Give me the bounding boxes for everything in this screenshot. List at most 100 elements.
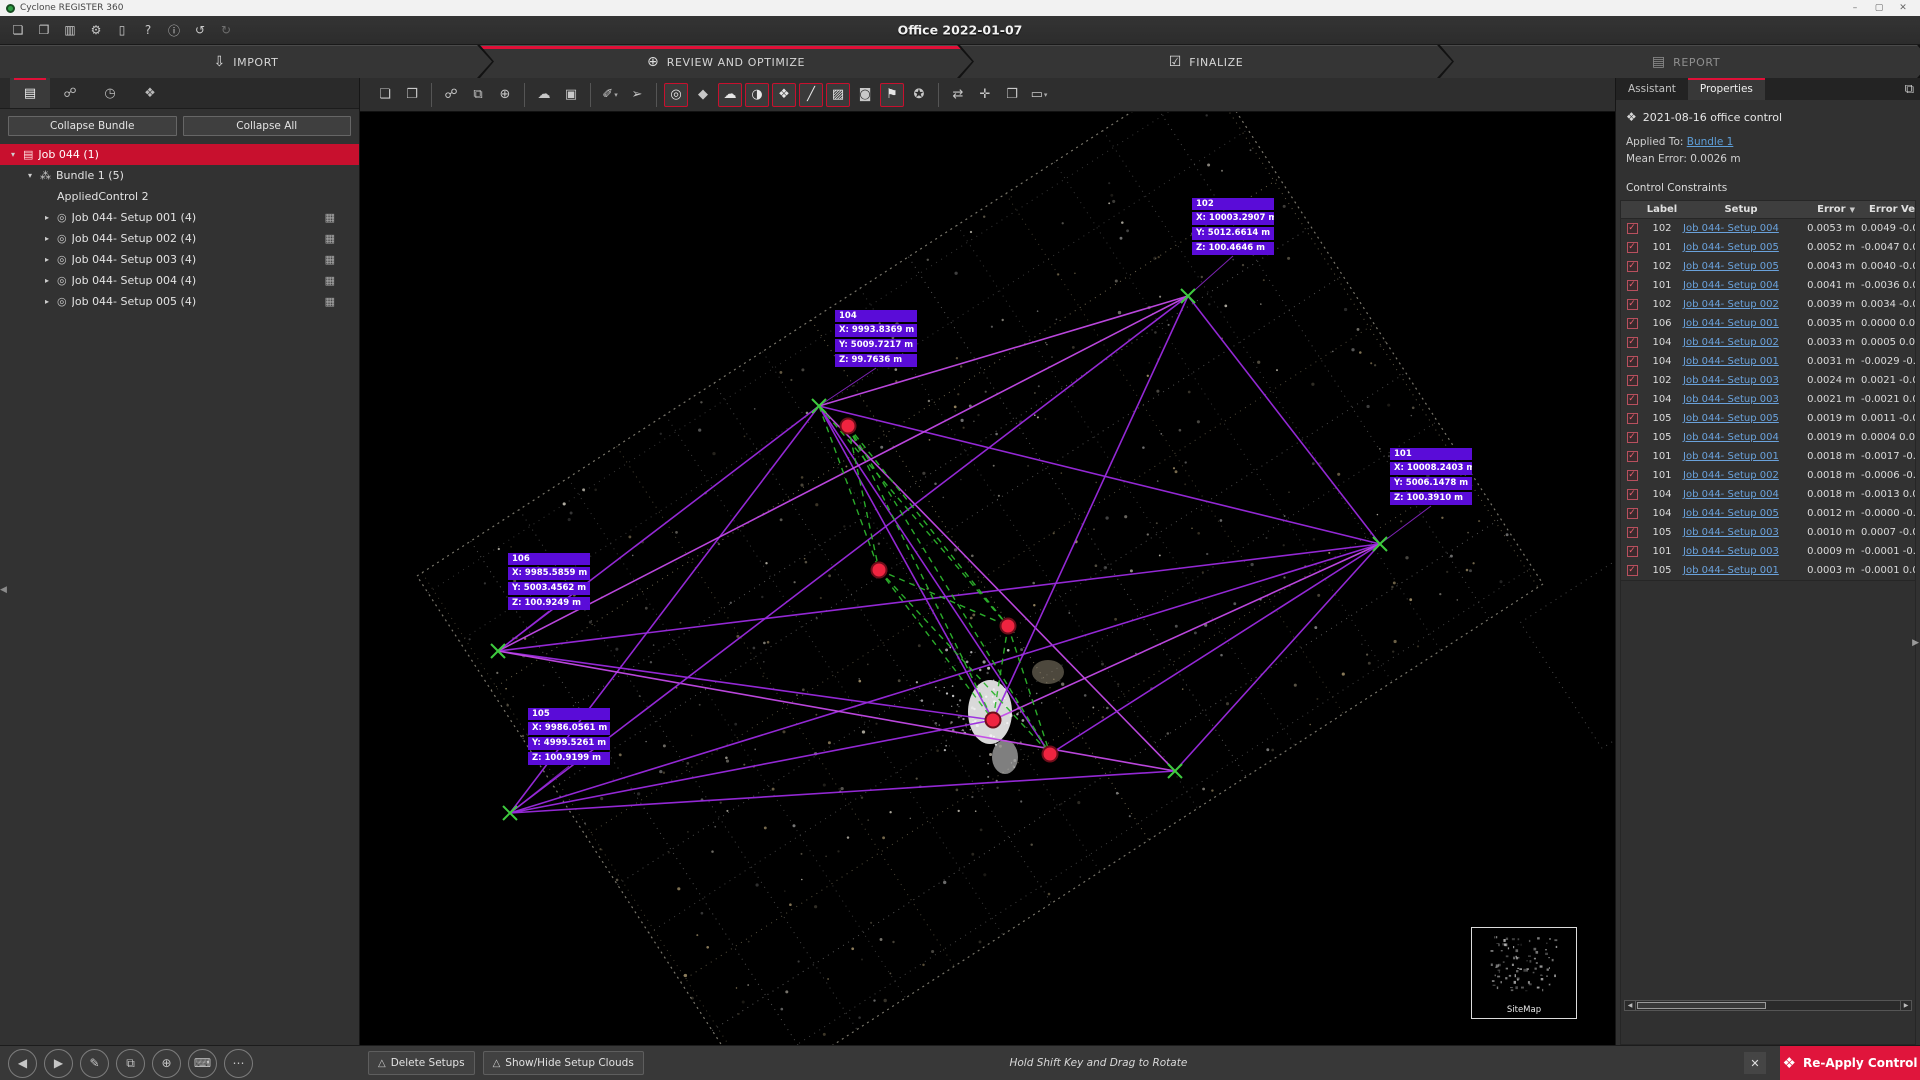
tree-item[interactable]: AppliedControl 2	[0, 186, 359, 207]
setup-link[interactable]: Job 044- Setup 002	[1683, 299, 1779, 310]
setup-link[interactable]: Job 044- Setup 005	[1683, 261, 1779, 272]
constraint-row[interactable]: ✓104Job 044- Setup 0010.0031 m-0.0029 -0…	[1621, 352, 1915, 371]
setup-link[interactable]: Job 044- Setup 001	[1683, 451, 1779, 462]
tab-history[interactable]: ◷	[90, 78, 130, 108]
setup-link[interactable]: Job 044- Setup 001	[1683, 356, 1779, 367]
tab-project-explorer[interactable]: ▤	[10, 78, 50, 108]
tree-expand-arrow[interactable]: ▾	[8, 150, 18, 159]
copy-views-button[interactable]: ⧉	[116, 1049, 145, 1078]
constraint-row[interactable]: ✓102Job 044- Setup 0050.0043 m0.0040 -0.…	[1621, 257, 1915, 276]
close-window-button[interactable]: ✕	[1892, 3, 1914, 13]
table-hscrollbar[interactable]: ◀ ▶	[1624, 1000, 1912, 1011]
chain-link-icon[interactable]: ☍	[439, 83, 463, 107]
publish-icon[interactable]: ▥	[60, 20, 80, 40]
setup-link[interactable]: Job 044- Setup 001	[1683, 565, 1779, 576]
applied-to-link[interactable]: Bundle 1	[1687, 136, 1734, 148]
minimize-button[interactable]: –	[1844, 3, 1866, 13]
move-axes-icon[interactable]: ✛	[973, 83, 997, 107]
collapse-all-button[interactable]: Collapse All	[183, 116, 352, 136]
tree-item[interactable]: ▸◎Job 044- Setup 005 (4)▦	[0, 291, 359, 312]
geotag-pin-icon[interactable]: ⚑	[880, 83, 904, 107]
tree-item[interactable]: ▸◎Job 044- Setup 003 (4)▦	[0, 249, 359, 270]
close-hint-button[interactable]: ✕	[1744, 1052, 1766, 1074]
setup-link[interactable]: Job 044- Setup 004	[1683, 432, 1779, 443]
setup-link[interactable]: Job 044- Setup 003	[1683, 375, 1779, 386]
duplicate-view-icon[interactable]: ⧉	[466, 83, 490, 107]
reapply-control-button[interactable]: ❖ Re-Apply Control	[1780, 1046, 1920, 1080]
constraint-checkbox[interactable]: ✓	[1627, 318, 1638, 329]
tree-expand-arrow[interactable]: ▸	[42, 234, 52, 243]
tree-item[interactable]: ▾▤Job 044 (1)	[0, 144, 359, 165]
scroll-thumb[interactable]	[1637, 1002, 1766, 1009]
header-error-vector[interactable]: Error Ve	[1861, 204, 1915, 215]
cloud-overlap-icon[interactable]: ☁	[532, 83, 556, 107]
back-button[interactable]: ◀	[8, 1049, 37, 1078]
find-button[interactable]: ⊕	[152, 1049, 181, 1078]
constraint-checkbox[interactable]: ✓	[1627, 565, 1638, 576]
tree-item[interactable]: ▾⁂Bundle 1 (5)	[0, 165, 359, 186]
setup-link[interactable]: Job 044- Setup 005	[1683, 508, 1779, 519]
link-cloud-icon[interactable]: ❐	[400, 83, 424, 107]
snapshot-icon[interactable]: ❐	[1000, 83, 1024, 107]
point-label-106[interactable]: 106X: 9985.5859 mY: 5003.4562 mZ: 100.92…	[508, 553, 590, 610]
setup-link[interactable]: Job 044- Setup 004	[1683, 489, 1779, 500]
expand-columns-arrow[interactable]: ▶	[1912, 638, 1919, 648]
constraint-checkbox[interactable]: ✓	[1627, 527, 1638, 538]
constraint-row[interactable]: ✓105Job 044- Setup 0040.0019 m0.0004 0.0…	[1621, 428, 1915, 447]
tree-expand-arrow[interactable]: ▾	[25, 171, 35, 180]
constraint-row[interactable]: ✓105Job 044- Setup 0050.0019 m0.0011 -0.…	[1621, 409, 1915, 428]
header-error[interactable]: Error▼	[1799, 204, 1861, 215]
maximize-button[interactable]: ▢	[1868, 3, 1890, 13]
more-button[interactable]: ⋯	[224, 1049, 253, 1078]
dropdown-arrow-icon[interactable]: ▾	[1044, 91, 1048, 99]
constraint-checkbox[interactable]: ✓	[1627, 356, 1638, 367]
camera-icon[interactable]: ◙	[853, 83, 877, 107]
navigation-wheel-icon[interactable]: ✪	[907, 83, 931, 107]
setup-link[interactable]: Job 044- Setup 003	[1683, 527, 1779, 538]
workflow-tab-import[interactable]: ⇩IMPORT	[0, 45, 492, 78]
constraint-row[interactable]: ✓104Job 044- Setup 0030.0021 m-0.0021 0.…	[1621, 390, 1915, 409]
setup-link[interactable]: Job 044- Setup 003	[1683, 546, 1779, 557]
constraint-checkbox[interactable]: ✓	[1627, 394, 1638, 405]
setup-link[interactable]: Job 044- Setup 004	[1683, 223, 1779, 234]
point-label-104[interactable]: 104X: 9993.8369 mY: 5009.7217 mZ: 99.763…	[835, 310, 917, 367]
setup-link[interactable]: Job 044- Setup 001	[1683, 318, 1779, 329]
constraint-checkbox[interactable]: ✓	[1627, 299, 1638, 310]
tree-item[interactable]: ▸◎Job 044- Setup 001 (4)▦	[0, 207, 359, 228]
link-visual-icon[interactable]: ❏	[373, 83, 397, 107]
point-label-101[interactable]: 101X: 10008.2403 mY: 5006.1478 mZ: 100.3…	[1390, 448, 1472, 505]
constraint-row[interactable]: ✓106Job 044- Setup 0010.0035 m0.0000 0.0…	[1621, 314, 1915, 333]
point-label-102[interactable]: 102X: 10003.2907 mY: 5012.6614 mZ: 100.4…	[1192, 198, 1274, 255]
setup-link[interactable]: Job 044- Setup 002	[1683, 470, 1779, 481]
constraint-row[interactable]: ✓104Job 044- Setup 0020.0033 m0.0005 0.0…	[1621, 333, 1915, 352]
fill-view-icon[interactable]: ▣	[559, 83, 583, 107]
setup-link[interactable]: Job 044- Setup 005	[1683, 413, 1779, 424]
constraint-checkbox[interactable]: ✓	[1627, 280, 1638, 291]
display-mode-icon[interactable]: ▭▾	[1027, 83, 1051, 107]
collapse-bundle-button[interactable]: Collapse Bundle	[8, 116, 177, 136]
redo-icon[interactable]: ↻	[216, 20, 236, 40]
sphere-view-icon[interactable]: ◑	[745, 83, 769, 107]
tree-item[interactable]: ▸◎Job 044- Setup 002 (4)▦	[0, 228, 359, 249]
import-data-icon[interactable]: ❐	[34, 20, 54, 40]
edit-button[interactable]: ✎	[80, 1049, 109, 1078]
point-cloud-canvas[interactable]: 102X: 10003.2907 mY: 5012.6614 mZ: 100.4…	[360, 112, 1615, 1045]
setup-image-icon[interactable]: ▦	[325, 232, 335, 245]
tag-icon[interactable]: ◆	[691, 83, 715, 107]
scroll-left-arrow[interactable]: ◀	[1625, 1001, 1636, 1010]
tree-expand-arrow[interactable]: ▸	[42, 213, 52, 222]
constraint-row[interactable]: ✓101Job 044- Setup 0030.0009 m-0.0001 -0…	[1621, 542, 1915, 561]
delete-setups-button[interactable]: △ Delete Setups	[368, 1051, 475, 1075]
constraint-row[interactable]: ✓101Job 044- Setup 0020.0018 m-0.0006 -0…	[1621, 466, 1915, 485]
header-label[interactable]: Label	[1643, 204, 1681, 215]
constraint-row[interactable]: ✓101Job 044- Setup 0010.0018 m-0.0017 -0…	[1621, 447, 1915, 466]
constraint-checkbox[interactable]: ✓	[1627, 470, 1638, 481]
constraint-row[interactable]: ✓102Job 044- Setup 0020.0039 m0.0034 -0.…	[1621, 295, 1915, 314]
device-icon[interactable]: ▯	[112, 20, 132, 40]
swap-links-icon[interactable]: ⇄	[946, 83, 970, 107]
constraint-row[interactable]: ✓101Job 044- Setup 0040.0041 m-0.0036 0.…	[1621, 276, 1915, 295]
setup-image-icon[interactable]: ▦	[325, 211, 335, 224]
constraint-checkbox[interactable]: ✓	[1627, 432, 1638, 443]
undo-icon[interactable]: ↺	[190, 20, 210, 40]
constraint-checkbox[interactable]: ✓	[1627, 242, 1638, 253]
